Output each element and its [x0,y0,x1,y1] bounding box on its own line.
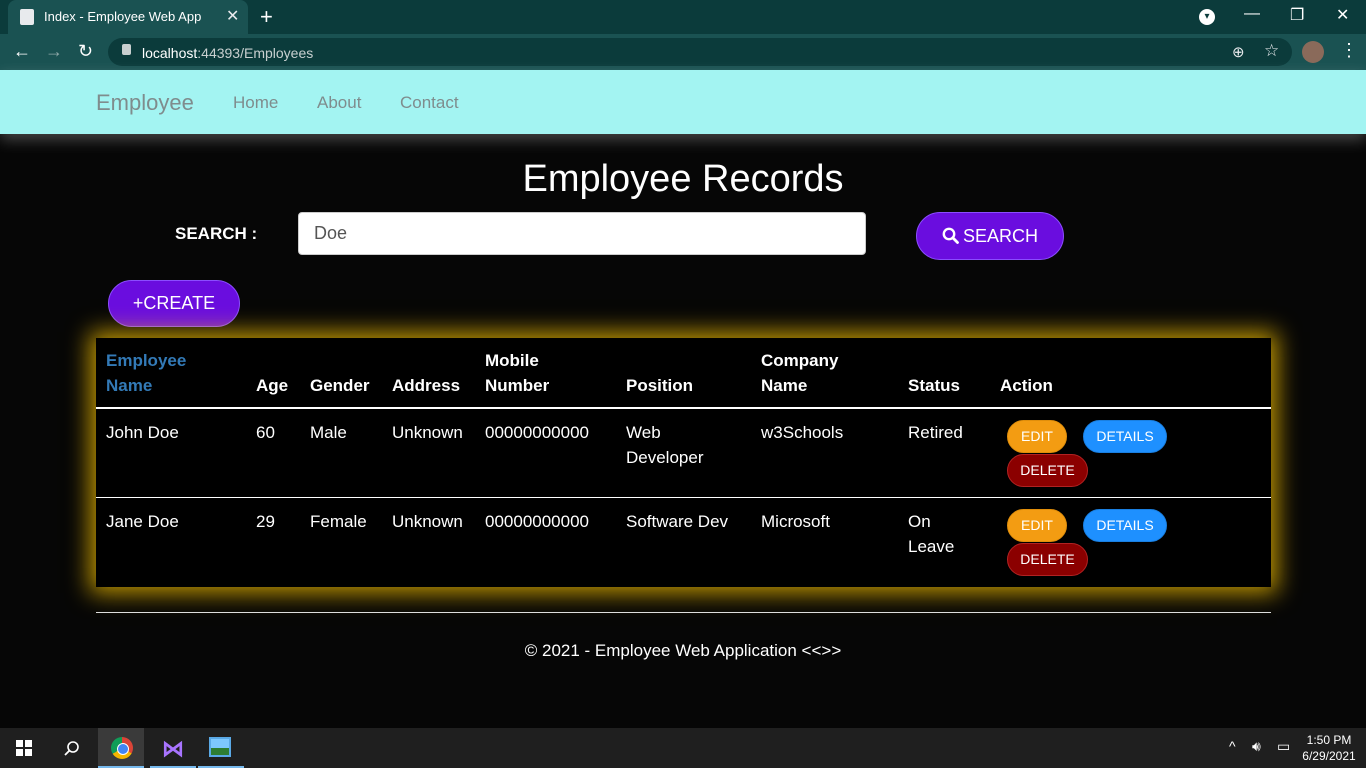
cell-name: Jane Doe [106,512,179,531]
restore-button[interactable]: ❐ [1290,5,1304,25]
cell-address: Unknown [392,512,463,531]
footer-copyright: © 2021 - Employee Web Application <<>> [524,641,842,660]
cell-company: Microsoft [761,512,830,531]
header-divider [96,407,1271,409]
reload-icon[interactable]: ↻ [78,41,93,62]
edit-button[interactable]: EDIT [1007,509,1067,542]
cell-mobile: 00000000000 [485,423,590,442]
address-bar[interactable]: localhost:44393/Employees ⊕ ☆ [108,38,1292,66]
star-icon[interactable]: ☆ [1264,41,1279,61]
search-icon [942,213,959,259]
header-position: Position [626,376,694,395]
details-button[interactable]: DETAILS [1083,420,1167,453]
browser-toolbar: ← → ↻ localhost:44393/Employees ⊕ ☆ ⋮ [0,34,1366,70]
tab-close-icon[interactable]: ✕ [226,6,239,26]
cell-gender: Female [310,512,367,531]
page-title: Employee Records [522,158,844,200]
delete-button[interactable]: DELETE [1007,454,1088,487]
tab-search-icon[interactable]: ▾ [1199,9,1215,25]
network-icon[interactable]: ▭ [1277,738,1290,755]
search-input[interactable] [298,212,866,255]
cell-position: Web Developer [626,423,704,467]
cell-status: On Leave [908,512,955,556]
taskbar-search-icon [64,741,79,756]
forward-arrow-icon[interactable]: → [45,41,63,62]
visual-studio-icon: ⋈ [162,736,184,761]
header-action: Action [1000,376,1053,395]
profile-avatar[interactable] [1302,41,1324,63]
taskbar-visual-studio[interactable]: ⋈ [150,728,196,768]
cell-company: w3Schools [761,423,844,442]
header-age: Age [256,376,289,395]
header-gender: Gender [310,376,370,395]
delete-button[interactable]: DELETE [1007,543,1088,576]
cell-name: John Doe [106,423,179,442]
start-button[interactable] [0,728,46,768]
cell-position: Software Dev [626,512,729,531]
nav-link-about[interactable]: About [317,93,361,113]
cell-age: 29 [256,512,275,531]
clock-time: 1:50 PM [1306,733,1352,747]
cell-age: 60 [256,423,275,442]
create-button[interactable]: +CREATE [108,280,240,327]
header-company-name: Company Name [761,351,839,395]
tab-title: Index - Employee Web App [44,9,202,24]
close-window-button[interactable]: ✕ [1336,5,1349,25]
browser-menu-icon[interactable]: ⋮ [1340,40,1358,61]
taskbar-chrome[interactable] [98,728,144,768]
header-address: Address [392,376,461,395]
windows-logo-icon [16,740,32,756]
search-label: SEARCH : [175,224,258,243]
row-divider [96,497,1271,498]
search-button[interactable]: SEARCH [916,212,1064,260]
lock-icon[interactable] [122,44,131,55]
cell-address: Unknown [392,423,463,442]
zoom-icon[interactable]: ⊕ [1232,43,1245,61]
taskbar-search-button[interactable] [49,728,95,768]
header-status: Status [908,376,960,395]
back-arrow-icon[interactable]: ← [13,41,31,62]
chrome-icon [111,737,133,759]
browser-tab-bar: Index - Employee Web App ✕ + ▾ — ❐ ✕ [0,0,1366,34]
cell-gender: Male [310,423,347,442]
taskbar-photos[interactable] [198,728,244,768]
navbar-brand[interactable]: Employee [96,90,194,116]
nav-link-home[interactable]: Home [233,93,278,113]
clock-date: 6/29/2021 [1302,749,1356,763]
page-favicon-icon [20,9,34,25]
cell-status: Retired [908,423,963,442]
search-button-label: SEARCH [962,226,1038,246]
taskbar-clock[interactable]: 1:50 PM 6/29/2021 [1300,732,1358,764]
details-button[interactable]: DETAILS [1083,509,1167,542]
new-tab-button[interactable]: + [260,4,273,30]
site-navbar: Employee Home About Contact [0,70,1366,134]
volume-icon[interactable]: 🔊︎ [1252,738,1261,755]
footer-divider [96,612,1271,613]
employee-table: Employee Name Age Gender Address Mobile Nu… [96,338,1271,587]
header-employee-name[interactable]: Employee Name [106,348,186,398]
nav-link-contact[interactable]: Contact [400,93,459,113]
show-hidden-icons[interactable]: ^ [1229,738,1236,754]
browser-tab[interactable]: Index - Employee Web App ✕ [8,0,248,34]
minimize-button[interactable]: — [1244,5,1260,23]
windows-taskbar: ⋈ ^ 🔊︎ ▭ 1:50 PM 6/29/2021 [0,728,1366,768]
edit-button[interactable]: EDIT [1007,420,1067,453]
header-mobile-number: Mobile Number [485,351,550,395]
url-text: localhost:44393/Employees [142,45,314,61]
cell-mobile: 00000000000 [485,512,590,531]
photos-icon [209,737,231,757]
